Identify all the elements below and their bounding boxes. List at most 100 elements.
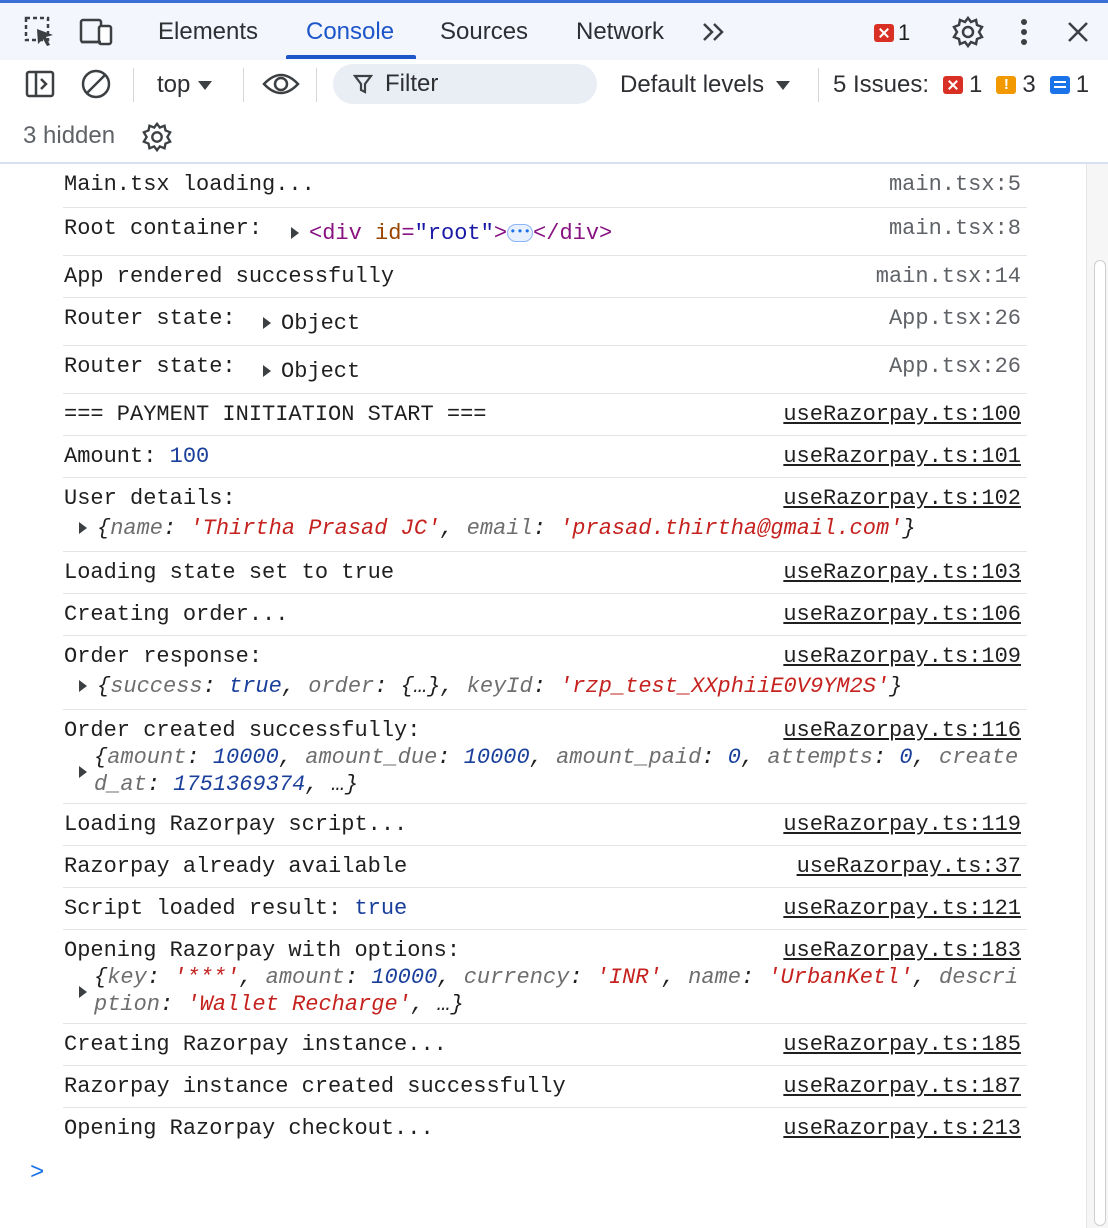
info-message-icon xyxy=(1049,76,1070,94)
log-row: Order created successfully: useRazorpay.… xyxy=(63,710,1027,804)
log-source: main.tsx:5 xyxy=(888,172,1021,197)
log-row: Razorpay instance created successfully u… xyxy=(63,1066,1027,1108)
tab-network[interactable]: Network xyxy=(576,3,664,60)
object-label: Object xyxy=(281,359,361,384)
more-options-icon[interactable] xyxy=(1012,3,1036,60)
log-message: Amount: 100 xyxy=(64,444,209,469)
object-detail[interactable]: {key: '***', amount: 10000, currency: 'I… xyxy=(94,964,1024,1018)
object-preview[interactable]: Object xyxy=(263,311,360,336)
active-tab-indicator xyxy=(286,55,416,59)
log-text: Script loaded result: xyxy=(64,896,355,921)
devtools-tabbar: Elements Console Sources Network 1 xyxy=(0,0,1108,60)
log-message: Order response: xyxy=(64,644,263,669)
issues-errors-count: 1 xyxy=(969,71,983,98)
tab-sources[interactable]: Sources xyxy=(440,3,528,60)
settings-gear-icon[interactable] xyxy=(950,3,986,60)
log-source-link[interactable]: useRazorpay.ts:187 xyxy=(783,1074,1021,1099)
log-row: Loading Razorpay script... useRazorpay.t… xyxy=(63,804,1027,846)
issues-info-count: 1 xyxy=(1075,71,1090,98)
log-message: Router state: xyxy=(64,306,249,331)
live-expression-eye-icon[interactable] xyxy=(262,70,300,103)
object-preview[interactable]: Object xyxy=(263,359,360,384)
chevron-down-icon xyxy=(776,80,791,90)
scrollbar-track[interactable] xyxy=(1086,164,1108,1228)
log-source: main.tsx:14 xyxy=(875,264,1021,289)
log-message: Razorpay already available xyxy=(64,854,408,879)
log-levels-dropdown[interactable]: Default levels xyxy=(620,60,791,110)
object-preview[interactable]: {name: 'Thirtha Prasad JC', email: 'pras… xyxy=(79,516,916,541)
log-source-link[interactable]: useRazorpay.ts:100 xyxy=(783,402,1021,427)
log-source-link[interactable]: useRazorpay.ts:103 xyxy=(783,560,1021,585)
console-settings-gear-icon[interactable] xyxy=(141,121,173,158)
log-message: User details: xyxy=(64,486,236,511)
log-levels-label: Default levels xyxy=(620,71,765,98)
toolbar-divider xyxy=(818,68,819,102)
close-icon[interactable] xyxy=(1064,3,1092,60)
log-message: Order created successfully: xyxy=(64,718,421,743)
expand-arrow-icon[interactable] xyxy=(263,317,271,330)
log-source-link[interactable]: useRazorpay.ts:185 xyxy=(783,1032,1021,1057)
log-source: App.tsx:26 xyxy=(888,306,1021,331)
log-row: Creating order... useRazorpay.ts:106 xyxy=(63,594,1027,636)
error-count: 1 xyxy=(898,20,911,45)
log-text: Amount: xyxy=(64,444,170,469)
log-source-link[interactable]: useRazorpay.ts:37 xyxy=(797,854,1021,879)
log-row: Script loaded result: true useRazorpay.t… xyxy=(63,888,1027,930)
log-message: Opening Razorpay with options: xyxy=(64,938,461,963)
device-toolbar-icon[interactable] xyxy=(78,3,114,60)
log-number-value: 100 xyxy=(169,444,210,469)
expand-arrow-icon[interactable] xyxy=(291,227,299,240)
object-label: Object xyxy=(281,311,361,336)
log-message: Razorpay instance created successfully xyxy=(64,1074,566,1099)
dom-element-preview[interactable]: <div id="root"> ••• </div> xyxy=(291,221,612,246)
console-output: Main.tsx loading... main.tsx:5 Root cont… xyxy=(0,164,1108,1228)
sidebar-toggle-icon[interactable] xyxy=(24,68,56,105)
more-tabs-chevron-icon[interactable] xyxy=(700,3,728,60)
expand-arrow-icon[interactable] xyxy=(79,986,87,998)
object-detail[interactable]: {amount: 10000, amount_due: 10000, amoun… xyxy=(94,744,1024,798)
object-preview[interactable]: {success: true, order: {…}, keyId: 'rzp_… xyxy=(79,674,902,699)
toolbar-divider xyxy=(243,68,244,102)
error-icon xyxy=(943,76,964,94)
scrollbar-thumb[interactable] xyxy=(1094,260,1106,1226)
log-row: App rendered successfully main.tsx:14 xyxy=(63,256,1027,298)
console-toolbar: top Filter Default levels 5 Issues: 1 ! … xyxy=(0,60,1108,164)
log-message: Creating Razorpay instance... xyxy=(64,1032,447,1057)
log-row: Order response: useRazorpay.ts:109 {succ… xyxy=(63,636,1027,710)
collapsed-children-icon[interactable]: ••• xyxy=(507,224,534,243)
log-source-link[interactable]: useRazorpay.ts:213 xyxy=(783,1116,1021,1141)
log-source-link[interactable]: useRazorpay.ts:119 xyxy=(783,812,1021,837)
log-source-link[interactable]: useRazorpay.ts:101 xyxy=(783,444,1021,469)
expand-arrow-icon[interactable] xyxy=(263,365,271,378)
filter-input[interactable]: Filter xyxy=(333,64,597,104)
log-row: Main.tsx loading... main.tsx:5 xyxy=(63,164,1027,208)
log-row: Creating Razorpay instance... useRazorpa… xyxy=(63,1024,1027,1066)
expand-arrow-icon[interactable] xyxy=(79,522,87,535)
log-source-link[interactable]: useRazorpay.ts:102 xyxy=(783,486,1021,511)
log-row: Root container: <div id="root"> ••• </div>… xyxy=(63,208,1027,256)
console-prompt[interactable]: > xyxy=(30,1160,44,1187)
log-source-link[interactable]: useRazorpay.ts:116 xyxy=(783,718,1021,743)
expand-arrow-icon[interactable] xyxy=(79,680,87,693)
log-message: Creating order... xyxy=(64,602,289,627)
warning-icon: ! xyxy=(996,76,1017,94)
log-message: Opening Razorpay checkout... xyxy=(64,1116,434,1141)
tab-elements[interactable]: Elements xyxy=(158,3,258,60)
log-message: Main.tsx loading... xyxy=(64,172,315,197)
log-source-link[interactable]: useRazorpay.ts:121 xyxy=(783,896,1021,921)
object-detail: {success: true, order: {…}, keyId: 'rzp_… xyxy=(97,674,903,699)
toolbar-divider xyxy=(316,68,317,102)
log-source-link[interactable]: useRazorpay.ts:106 xyxy=(783,602,1021,627)
log-source-link[interactable]: useRazorpay.ts:109 xyxy=(783,644,1021,669)
clear-console-icon[interactable] xyxy=(80,68,112,105)
log-message: Script loaded result: true xyxy=(64,896,407,921)
error-count-badge[interactable]: 1 xyxy=(874,20,910,46)
log-row: Loading state set to true useRazorpay.ts… xyxy=(63,552,1027,594)
inspect-element-icon[interactable] xyxy=(22,3,58,60)
log-source-link[interactable]: useRazorpay.ts:183 xyxy=(783,938,1021,963)
expand-arrow-icon[interactable] xyxy=(79,766,87,778)
log-boolean-value: true xyxy=(354,896,408,921)
tab-console[interactable]: Console xyxy=(306,3,394,60)
context-selector[interactable]: top xyxy=(157,60,213,110)
issues-counter[interactable]: 5 Issues: 1 ! 3 1 xyxy=(833,60,1097,110)
